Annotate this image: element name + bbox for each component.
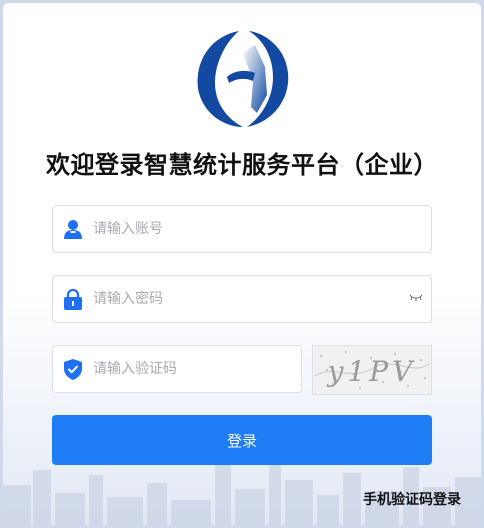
sms-login-link[interactable]: 手机验证码登录 [363, 489, 461, 509]
eye-closed-icon[interactable] [409, 293, 423, 303]
captcha-text: y1PV [326, 355, 417, 388]
password-input[interactable] [93, 276, 403, 322]
login-card: 欢迎登录智慧统计服务平台（企业） 请输入账号 请输入验证码 y1PV 登录 手机… [2, 2, 482, 526]
login-button[interactable]: 登录 [52, 415, 432, 465]
captcha-field[interactable] [52, 345, 302, 393]
platform-logo [197, 31, 289, 127]
password-field[interactable] [52, 275, 432, 323]
captcha-noise: y1PV [314, 351, 430, 389]
account-input[interactable] [93, 206, 423, 252]
shield-check-icon [64, 359, 82, 380]
page-title: 欢迎登录智慧统计服务平台（企业） [46, 151, 438, 179]
account-field[interactable] [52, 205, 432, 253]
user-icon [64, 220, 82, 239]
captcha-input[interactable] [93, 346, 293, 392]
lock-icon [64, 288, 82, 310]
captcha-image[interactable]: y1PV [312, 345, 432, 395]
